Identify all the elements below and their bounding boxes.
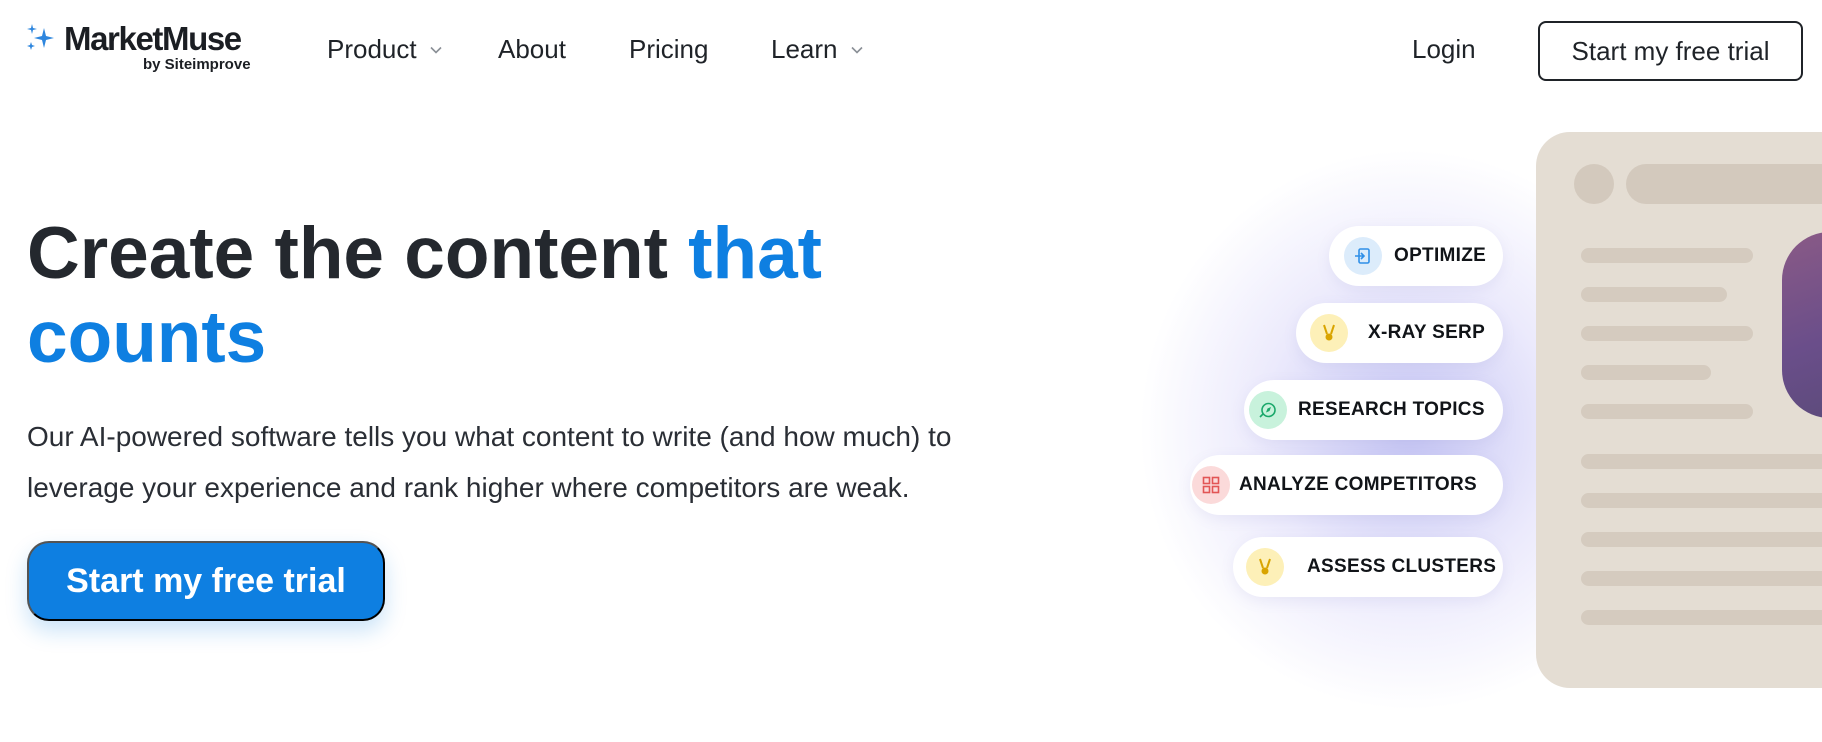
top-navigation: MarketMuse by Siteimprove Product About … — [0, 0, 1822, 102]
nav-item-product[interactable]: Product — [327, 34, 443, 65]
mockup-line — [1581, 365, 1711, 380]
mockup-line — [1581, 571, 1822, 586]
mockup-line — [1581, 287, 1727, 302]
mockup-line — [1581, 404, 1753, 419]
nav-item-pricing[interactable]: Pricing — [629, 34, 708, 65]
feature-label: X-RAY SERP — [1368, 322, 1486, 343]
nav-item-label: Product — [327, 34, 417, 64]
marketmuse-logo[interactable]: MarketMuse by Siteimprove — [26, 20, 266, 76]
feature-label: RESEARCH TOPICS — [1298, 399, 1485, 420]
app-mockup — [1536, 132, 1822, 688]
feature-pill-xray-serp[interactable]: X-RAY SERP — [1296, 303, 1503, 363]
medal-icon — [1246, 548, 1284, 586]
nav-item-label: Learn — [771, 34, 838, 64]
chevron-down-icon — [430, 46, 442, 54]
nav-item-learn[interactable]: Learn — [771, 34, 864, 65]
brand-name: MarketMuse — [64, 20, 242, 57]
compass-icon — [1249, 391, 1287, 429]
login-link[interactable]: Login — [1412, 34, 1476, 65]
grid-icon — [1192, 466, 1230, 504]
nav-free-trial-button[interactable]: Start my free trial — [1538, 21, 1803, 81]
hero-headline: Create the content that counts — [27, 212, 947, 380]
mockup-avatar — [1574, 164, 1614, 204]
mockup-line — [1581, 326, 1753, 341]
headline-accent: that — [688, 213, 822, 294]
mockup-line — [1581, 454, 1822, 469]
feature-pill-research-topics[interactable]: RESEARCH TOPICS — [1244, 380, 1503, 440]
feature-pill-assess-clusters[interactable]: ASSESS CLUSTERS — [1233, 537, 1503, 597]
mockup-line — [1581, 532, 1822, 547]
chevron-down-icon — [850, 46, 863, 54]
optimize-icon — [1344, 237, 1382, 275]
feature-pill-analyze-competitors[interactable]: ANALYZE COMPETITORS — [1190, 455, 1503, 515]
headline-accent: counts — [27, 297, 267, 378]
mockup-line — [1581, 493, 1822, 508]
feature-label: ANALYZE COMPETITORS — [1239, 474, 1477, 495]
mockup-image — [1782, 232, 1822, 418]
mockup-header-bar — [1626, 164, 1822, 204]
sparkle-icon — [27, 24, 54, 50]
nav-item-about[interactable]: About — [498, 34, 566, 65]
feature-pill-optimize[interactable]: OPTIMIZE — [1329, 226, 1503, 286]
mockup-line — [1581, 610, 1822, 625]
brand-subtitle: by Siteimprove — [143, 56, 251, 73]
headline-text: Create the content — [27, 213, 689, 294]
feature-label: OPTIMIZE — [1394, 245, 1487, 266]
medal-icon — [1310, 314, 1348, 352]
nav-item-label: Pricing — [629, 34, 709, 64]
feature-label: ASSESS CLUSTERS — [1307, 556, 1497, 577]
mockup-line — [1581, 248, 1753, 263]
hero-subcopy: Our AI-powered software tells you what c… — [27, 421, 952, 503]
nav-item-label: About — [498, 34, 566, 64]
hero-free-trial-button[interactable]: Start my free trial — [27, 541, 385, 621]
